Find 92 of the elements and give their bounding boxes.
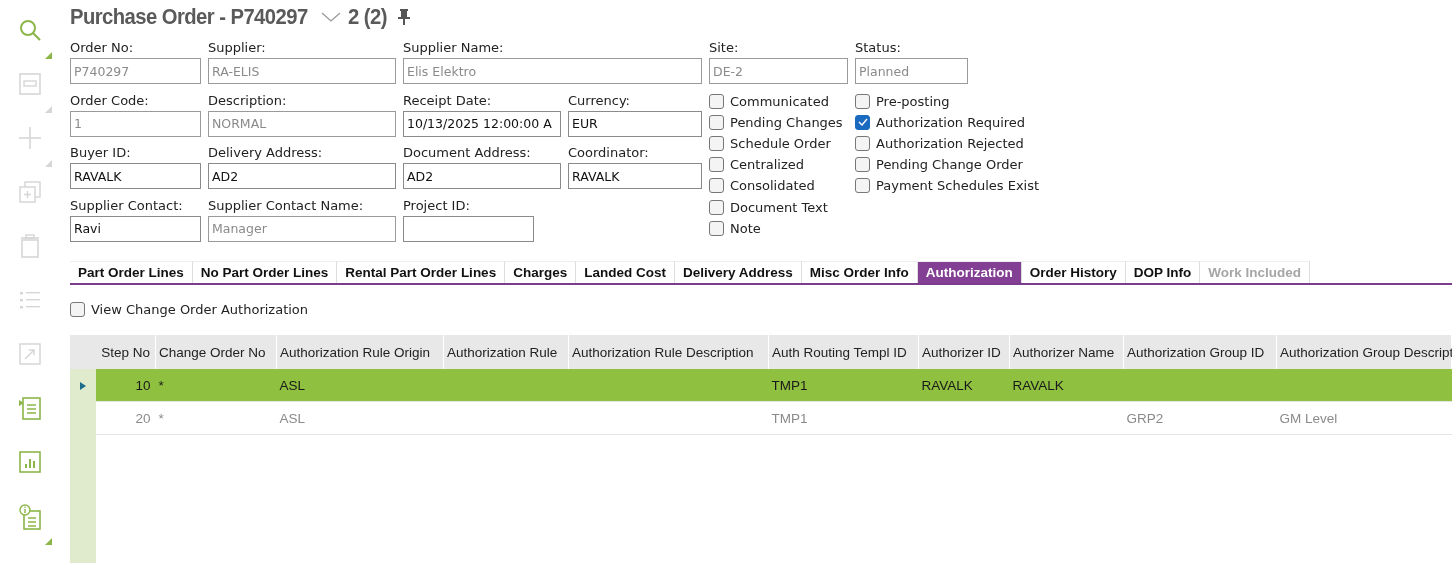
field-label: Order Code: <box>70 92 150 110</box>
checkbox[interactable] <box>709 93 724 109</box>
checkbox-label: Document Text <box>730 199 828 215</box>
field-label: Document Address: <box>403 145 532 162</box>
input-field[interactable]: EUR <box>568 110 702 137</box>
checkbox-label: Consolidated <box>730 178 815 194</box>
checkbox[interactable] <box>855 93 870 109</box>
column-header[interactable]: Authorization Group ID <box>1123 335 1277 369</box>
checkbox-label: Payment Schedules Exist <box>876 178 1040 194</box>
field-label: Supplier: <box>208 40 267 57</box>
field-label: Supplier Contact: <box>70 197 184 215</box>
input-field[interactable]: AD2 <box>403 163 561 189</box>
checkbox-label: Pre-posting <box>876 93 950 109</box>
input-field[interactable]: Ravi <box>70 215 201 242</box>
checkbox[interactable] <box>70 302 85 318</box>
input-field[interactable] <box>403 215 534 242</box>
checkbox-label: View Change Order Authorization <box>91 302 309 318</box>
tab[interactable]: Authorization <box>917 261 1022 283</box>
chevron-down-icon[interactable] <box>320 10 343 24</box>
field-label: Currency: <box>568 92 631 110</box>
page-title: Purchase Order - P740297 <box>70 4 308 30</box>
table-cell: RAVALK <box>1009 369 1124 402</box>
tab[interactable]: Delivery Address <box>674 261 802 283</box>
checkbox[interactable] <box>855 157 870 173</box>
table-cell: * <box>155 369 277 402</box>
checkbox[interactable] <box>855 178 870 194</box>
table-row[interactable]: 10 * ASL TMP1 RAVALK RAVALK <box>96 369 1452 402</box>
field-label: Receipt Date: <box>403 92 493 110</box>
input-field[interactable]: 10/13/2025 12:00:00 A <box>403 110 561 137</box>
table-cell: GM Level <box>1276 401 1452 435</box>
column-header[interactable]: Change Order No <box>155 335 277 369</box>
input-field[interactable]: RAVALK <box>70 163 201 189</box>
tab[interactable]: Order History <box>1021 261 1126 283</box>
column-header[interactable]: Step No <box>96 335 156 369</box>
column-header[interactable]: Authorization Rule Description <box>568 335 769 369</box>
checkbox-label: Communicated <box>730 93 829 109</box>
column-header[interactable]: Authorizer Name <box>1009 335 1124 369</box>
field-label: Description: <box>208 92 288 110</box>
input-field[interactable]: AD2 <box>208 163 396 189</box>
checkbox[interactable] <box>855 114 870 130</box>
checkbox[interactable] <box>709 114 724 130</box>
checkbox-label: Schedule Order <box>730 135 831 151</box>
bar-chart-icon[interactable] <box>18 450 42 476</box>
table-cell: GRP2 <box>1123 401 1277 435</box>
pin-icon[interactable] <box>396 8 411 26</box>
tab[interactable]: Part Order Lines <box>70 261 193 283</box>
field-label: Site: <box>709 40 740 57</box>
field-label: Order No: <box>70 40 135 57</box>
table-row[interactable]: 20 * ASL TMP1 GRP2 GM Level <box>96 401 1452 435</box>
field-label: Delivery Address: <box>208 145 324 162</box>
header-corner <box>70 335 96 369</box>
checkbox-label: Authorization Required <box>876 114 1026 130</box>
tab[interactable]: Rental Part Order Lines <box>337 261 506 283</box>
tab[interactable]: DOP Info <box>1125 261 1201 283</box>
table-cell: RAVALK <box>918 369 1010 402</box>
field-label: Coordinator: <box>568 145 650 162</box>
checkbox-label: Pending Change Order <box>876 157 1023 173</box>
checkbox[interactable] <box>709 178 724 194</box>
checkbox-label: Note <box>730 220 761 236</box>
field-label: Status: <box>855 40 902 57</box>
tab[interactable]: Misc Order Info <box>801 261 918 283</box>
checkbox[interactable] <box>709 199 724 215</box>
table-cell: * <box>155 401 277 435</box>
input-field[interactable]: RAVALK <box>568 163 702 189</box>
column-header[interactable]: Authorization Rule Origin <box>276 335 444 369</box>
checkbox-label: Pending Changes <box>730 114 843 130</box>
table-cell: TMP1 <box>768 369 919 402</box>
table-cell: 10 <box>96 369 156 402</box>
checkbox-label: Authorization Rejected <box>876 135 1024 151</box>
table-cell: ASL <box>276 401 444 435</box>
table-cell: 20 <box>96 401 156 435</box>
list-document-icon[interactable] <box>18 396 42 422</box>
checkbox[interactable] <box>709 157 724 173</box>
check-icon <box>857 118 868 127</box>
checkbox-label: Centralized <box>730 157 805 173</box>
checkbox[interactable] <box>709 135 724 151</box>
checkbox[interactable] <box>709 220 724 236</box>
column-header[interactable]: Authorizer ID <box>918 335 1010 369</box>
table-cell: ASL <box>276 369 444 402</box>
tab[interactable]: No Part Order Lines <box>192 261 338 283</box>
field-label: Buyer ID: <box>70 145 132 162</box>
field-label: Supplier Name: <box>403 40 505 57</box>
column-header[interactable]: Auth Routing Templ ID <box>768 335 919 369</box>
info-document-icon[interactable] <box>18 504 42 530</box>
record-count: 2 (2) <box>348 4 388 30</box>
tab[interactable]: Landed Cost <box>576 261 675 283</box>
field-label: Project ID: <box>403 197 471 215</box>
checkbox[interactable] <box>855 135 870 151</box>
column-header[interactable]: Authorization Rule <box>443 335 569 369</box>
field-label: Supplier Contact Name: <box>208 197 365 215</box>
tab[interactable]: Charges <box>505 261 577 283</box>
table-cell: TMP1 <box>768 401 919 435</box>
